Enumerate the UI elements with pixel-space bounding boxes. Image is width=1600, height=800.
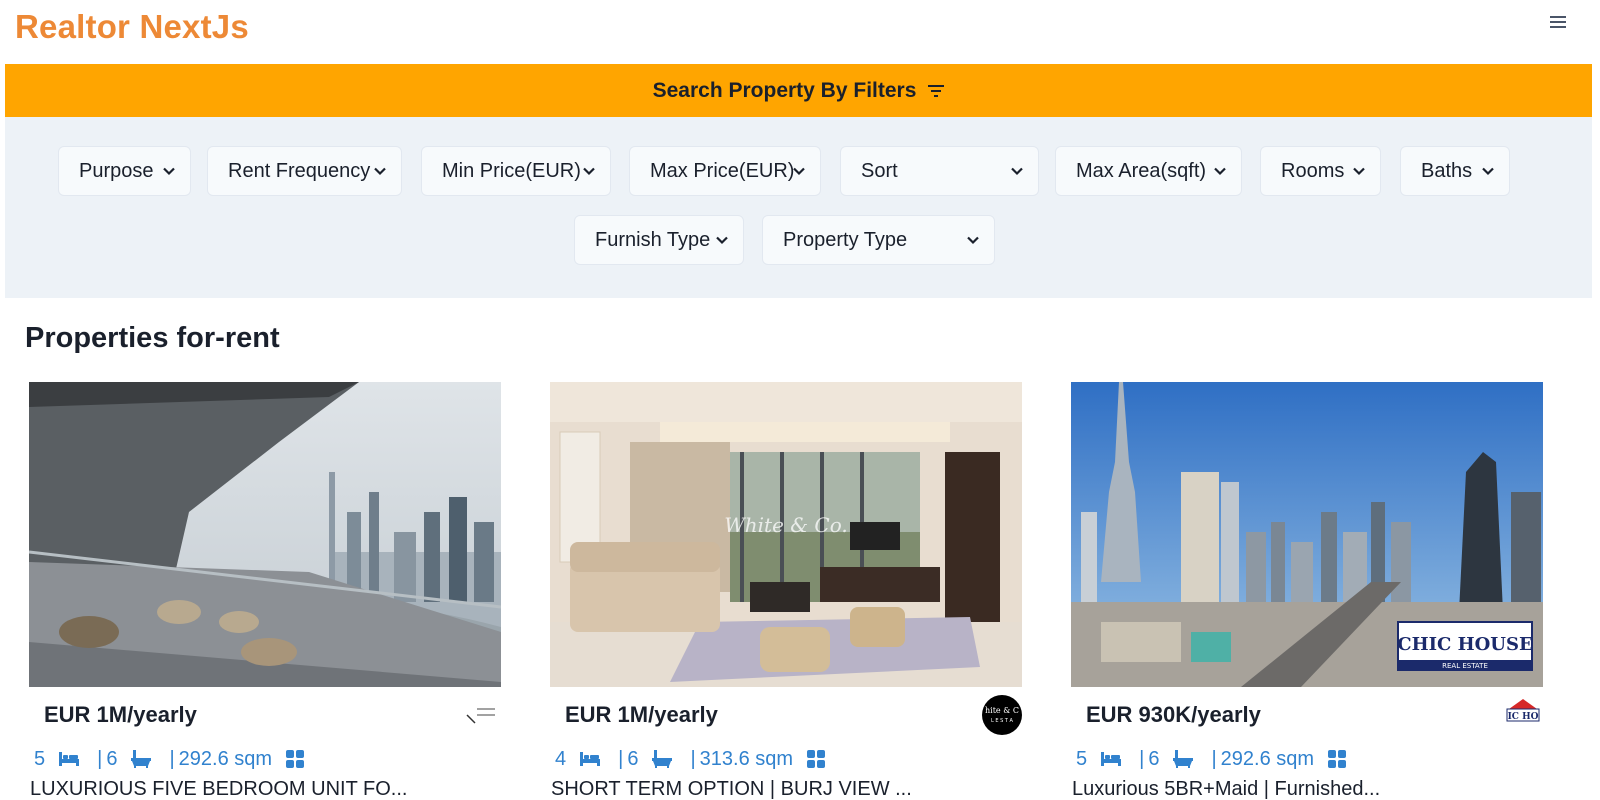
filters-panel: Purpose Rent Frequency Min Price(EUR) Ma… [5, 117, 1592, 298]
rooms-label: Rooms [1281, 159, 1345, 182]
chevron-down-icon [1214, 167, 1226, 176]
hamburger-menu-icon[interactable] [1546, 12, 1570, 32]
baths-label: Baths [1421, 159, 1473, 182]
property-price: EUR 1M/yearly [44, 702, 197, 727]
chevron-down-icon [793, 167, 805, 176]
max-area-select[interactable]: Max Area(sqft) [1055, 146, 1242, 196]
bed-icon [580, 752, 601, 766]
area-value: 313.6 sqm [699, 747, 794, 770]
chevron-down-icon [163, 167, 175, 176]
rent-frequency-label: Rent Frequency [228, 159, 371, 182]
navbar: Realtor NextJs [0, 0, 1600, 60]
svg-text:CHIC HOUSE: CHIC HOUSE [1397, 634, 1532, 655]
area-value: 292.6 sqm [178, 747, 273, 770]
baths-count: 6 [627, 747, 639, 770]
property-type-label: Property Type [783, 228, 908, 251]
baths-select[interactable]: Baths [1400, 146, 1510, 196]
bath-icon [131, 750, 152, 768]
chevron-down-icon [716, 236, 728, 245]
svg-text:White & Co.: White & Co. [724, 513, 848, 537]
section-title: Properties for-rent [25, 322, 280, 354]
rent-frequency-select[interactable]: Rent Frequency [207, 146, 402, 196]
agency-logo [461, 695, 501, 735]
filter-bar-label: Search Property By Filters [652, 78, 917, 102]
purpose-select[interactable]: Purpose [58, 146, 191, 196]
chevron-down-icon [374, 167, 386, 176]
rooms-count: 5 [1076, 747, 1088, 770]
bed-icon [59, 752, 80, 766]
min-price-select[interactable]: Min Price(EUR) [421, 146, 611, 196]
rooms-count: 5 [34, 747, 46, 770]
filter-lines-icon [928, 84, 945, 97]
max-price-label: Max Price(EUR) [650, 159, 795, 182]
svg-text:REAL ESTATE: REAL ESTATE [1442, 662, 1488, 670]
property-price: EUR 930K/yearly [1086, 702, 1261, 727]
property-stats: 4 | 6 | 313.6 sqm [555, 744, 831, 774]
property-stats: 5 | 6 | 292.6 sqm [1076, 744, 1352, 774]
purpose-select-label: Purpose [79, 159, 154, 182]
living-room-photo[interactable]: White & Co. [550, 382, 1022, 687]
svg-text:hite & C: hite & C [985, 706, 1019, 715]
chevron-down-icon [1011, 167, 1023, 176]
grid-icon [1328, 750, 1347, 768]
baths-count: 6 [106, 747, 118, 770]
sort-label: Sort [861, 159, 898, 182]
area-value: 292.6 sqm [1220, 747, 1315, 770]
property-price: EUR 1M/yearly [565, 702, 718, 727]
bath-icon [1173, 750, 1194, 768]
chevron-down-icon [583, 167, 595, 176]
search-filters-toggle[interactable]: Search Property By Filters [5, 64, 1592, 117]
rooms-count: 4 [555, 747, 567, 770]
min-price-label: Min Price(EUR) [442, 159, 581, 182]
max-area-label: Max Area(sqft) [1076, 159, 1207, 182]
agency-logo: IC HO [1503, 695, 1543, 735]
property-card[interactable]: EUR 1M/yearly 5 | 6 | 292.6 sqm LUXURIOU… [29, 382, 501, 800]
grid-icon [286, 750, 305, 768]
chevron-down-icon [1482, 167, 1494, 176]
chevron-down-icon [1353, 167, 1365, 176]
app-logo[interactable]: Realtor NextJs [15, 8, 249, 46]
agency-logo: hite & C L E S T A [982, 695, 1022, 735]
property-title[interactable]: Luxurious 5BR+Maid | Furnished... [1072, 778, 1380, 800]
dubai-skyline-photo[interactable]: CHIC HOUSE REAL ESTATE [1071, 382, 1543, 687]
balcony-city-view-photo[interactable] [29, 382, 501, 687]
property-type-select[interactable]: Property Type [762, 215, 995, 265]
chevron-down-icon [967, 236, 979, 245]
property-card[interactable]: White & Co. EUR 1M/yearly hite & C L E S … [550, 382, 1022, 800]
sort-select[interactable]: Sort [840, 146, 1039, 196]
bath-icon [652, 750, 673, 768]
property-title[interactable]: SHORT TERM OPTION | BURJ VIEW ... [551, 778, 912, 800]
property-card[interactable]: CHIC HOUSE REAL ESTATE EUR 930K/yearly I… [1071, 382, 1543, 800]
rooms-select[interactable]: Rooms [1260, 146, 1381, 196]
baths-count: 6 [1148, 747, 1160, 770]
property-title[interactable]: LUXURIOUS FIVE BEDROOM UNIT FO... [30, 778, 407, 800]
svg-text:IC HO: IC HO [1508, 712, 1539, 722]
svg-text:L E S T A: L E S T A [991, 718, 1014, 724]
max-price-select[interactable]: Max Price(EUR) [629, 146, 821, 196]
grid-icon [807, 750, 826, 768]
property-stats: 5 | 6 | 292.6 sqm [34, 744, 310, 774]
bed-icon [1101, 752, 1122, 766]
furnish-type-select[interactable]: Furnish Type [574, 215, 744, 265]
furnish-type-label: Furnish Type [595, 228, 711, 251]
